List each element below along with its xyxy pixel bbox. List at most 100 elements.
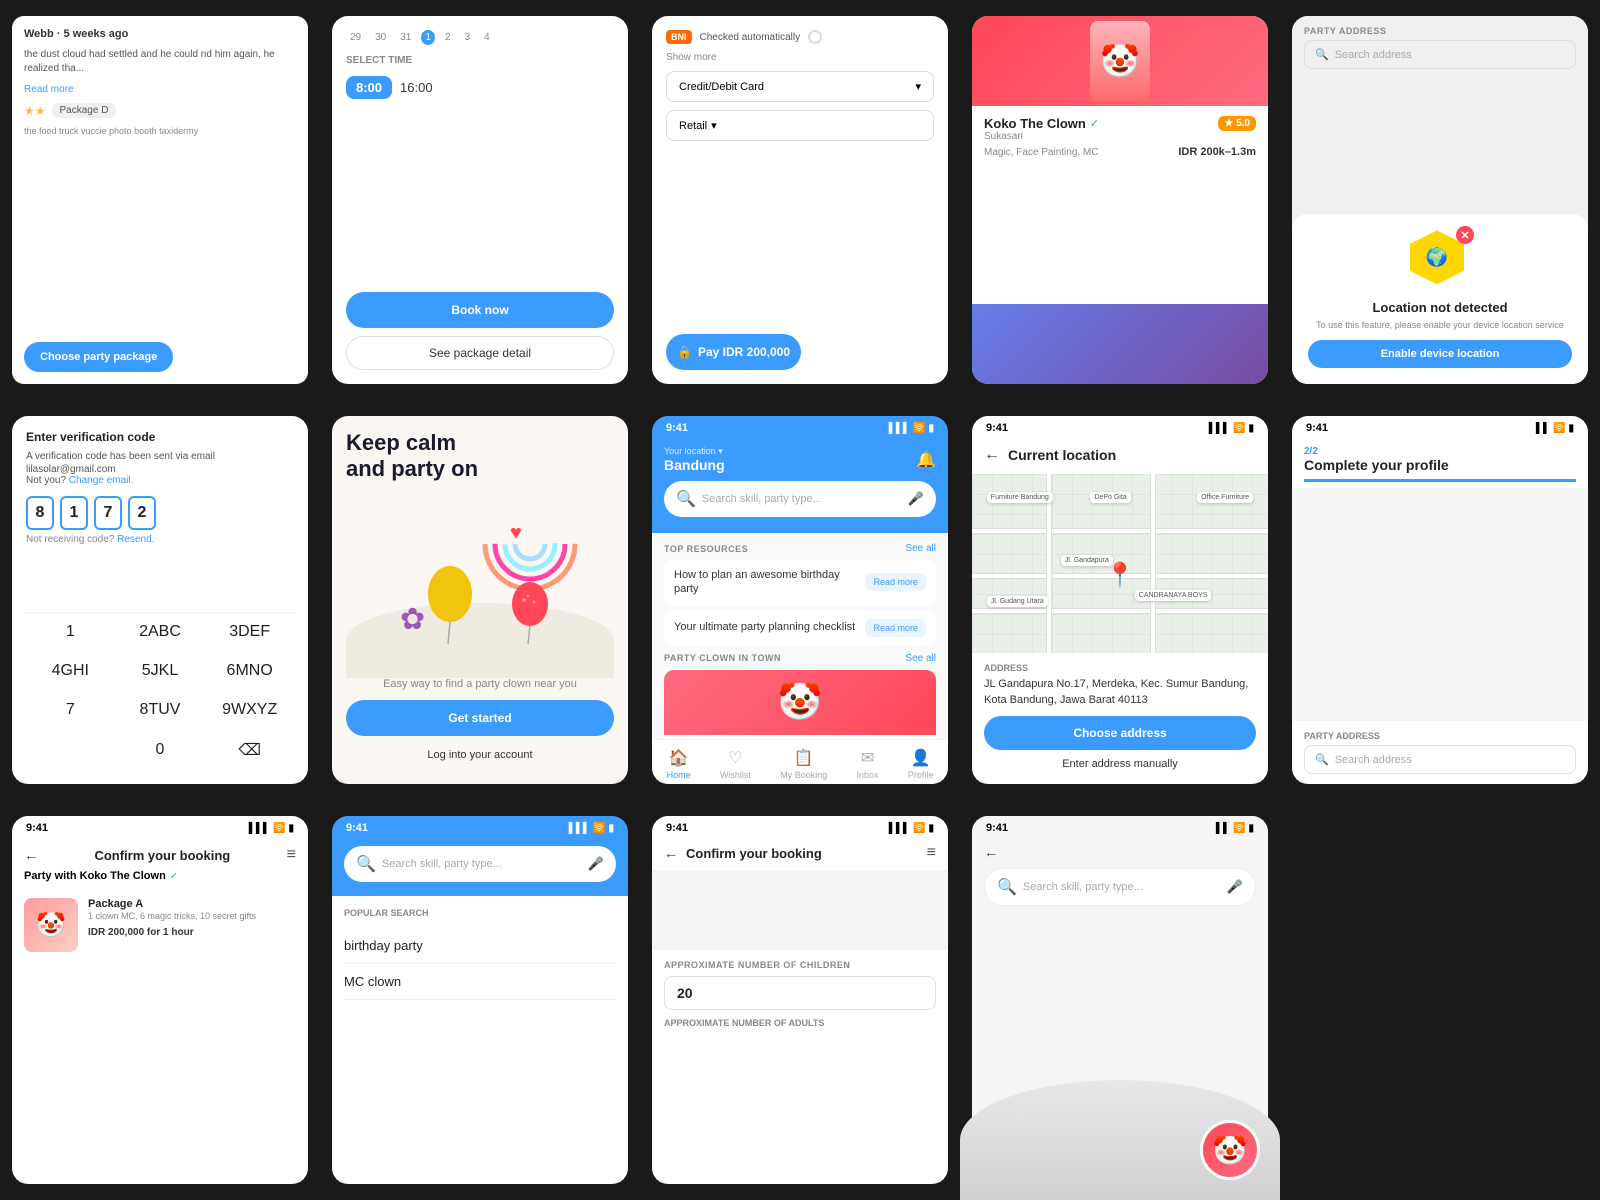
search-input[interactable]: 🔍 Search skill, party type... 🎤 — [344, 846, 616, 882]
log-in-button[interactable]: Log into your account — [346, 740, 614, 770]
menu-button[interactable]: ≡ — [287, 846, 296, 864]
read-more-1[interactable]: Read more — [865, 573, 926, 591]
children-count-input[interactable] — [664, 976, 936, 1010]
numpad-key-3[interactable]: 3DEF — [205, 613, 294, 651]
code-digit-2[interactable]: 1 — [60, 496, 88, 530]
cal-day-31[interactable]: 31 — [396, 30, 415, 45]
cal-day-29[interactable]: 29 — [346, 30, 365, 45]
mic-icon[interactable]: 🎤 — [908, 491, 924, 507]
book-now-button[interactable]: Book now — [346, 292, 614, 328]
time-picker-card: 29 30 31 1 2 3 4 SELECT TIME 8:00 16:00 … — [332, 16, 628, 384]
resend-link[interactable]: Resend. — [117, 534, 154, 545]
numpad-key-8[interactable]: 8TUV — [116, 691, 205, 729]
booking-image: 🤡 — [24, 898, 78, 952]
popular-section: POPULAR SEARCH birthday party MC clown — [332, 896, 628, 1184]
search-bar[interactable]: 🔍 Search skill, party type... 🎤 — [664, 481, 936, 517]
home-card: 9:41 ▌▌▌ 🛜 ▮ Your location ▾ Bandung 🔔 — [652, 416, 948, 784]
code-digit-4[interactable]: 2 — [128, 496, 156, 530]
map-area[interactable]: 📍 Furniture Bandung DePo Gita Office Fur… — [972, 474, 1268, 653]
nav-wishlist[interactable]: ♡ Wishlist — [720, 748, 751, 780]
clown-price: IDR 200k–1.3m — [1178, 146, 1256, 158]
mic-icon-search[interactable]: 🎤 — [588, 856, 604, 872]
payment-method-selector[interactable]: Credit/Debit Card ▾ — [666, 71, 934, 102]
code-input-row[interactable]: 8 1 7 2 — [26, 496, 294, 530]
avatar-back-button[interactable]: ← — [984, 844, 998, 860]
status-time-confirm: 9:41 — [26, 822, 48, 834]
verify-badge: ✓ — [1090, 117, 1099, 130]
bottom-navigation: 🏠 Home ♡ Wishlist 📋 My Booking ✉ Inbox 👤 — [652, 739, 948, 784]
reviewer-name: Webb · 5 weeks ago — [24, 28, 296, 40]
signal-icon-confirm2: ▌▌▌ — [889, 823, 910, 834]
change-email-link[interactable]: Change email. — [69, 475, 133, 486]
numpad-key-backspace[interactable]: ⌫ — [205, 730, 294, 770]
time-start[interactable]: 8:00 — [346, 76, 392, 99]
party-clown-section: PARTY CLOWN IN TOWN See all 🤡 Bebe The C… — [664, 653, 936, 739]
numpad-key-6[interactable]: 6MNO — [205, 652, 294, 690]
address-search-input[interactable]: 🔍 Search address — [1304, 40, 1576, 69]
cal-day-2[interactable]: 2 — [441, 30, 455, 45]
cal-day-3[interactable]: 3 — [461, 30, 475, 45]
location-city[interactable]: Bandung — [664, 457, 725, 473]
nav-profile[interactable]: 👤 Profile — [908, 748, 934, 780]
search-placeholder: Search skill, party type... — [702, 493, 902, 505]
read-more-link[interactable]: Read more — [24, 84, 296, 95]
cell-search-popular: 9:41 ▌▌▌ 🛜 ▮ 🔍 Search skill, party type.… — [320, 800, 640, 1200]
choose-address-button[interactable]: Choose address — [984, 716, 1256, 750]
avatar-search-input[interactable]: 🔍 Search skill, party type... 🎤 — [984, 868, 1256, 906]
cal-day-4[interactable]: 4 — [480, 30, 494, 45]
nav-inbox[interactable]: ✉ Inbox — [857, 748, 879, 780]
pay-button[interactable]: 🔒 Pay IDR 200,000 — [666, 334, 801, 370]
see-all-resources[interactable]: See all — [905, 543, 936, 554]
clown-info: Koko The Clown ✓ ★ 5.0 Sukasari Magic, F… — [972, 106, 1268, 304]
home-icon: 🏠 — [669, 748, 689, 768]
see-detail-button[interactable]: See package detail — [346, 336, 614, 370]
notification-bell-icon[interactable]: 🔔 — [916, 450, 936, 470]
nav-home[interactable]: 🏠 Home — [667, 748, 691, 780]
popular-item-mc-clown[interactable]: MC clown — [344, 964, 616, 1000]
code-digit-1[interactable]: 8 — [26, 496, 54, 530]
code-digit-3[interactable]: 7 — [94, 496, 122, 530]
confirm2-menu-button[interactable]: ≡ — [927, 844, 936, 862]
confirm-back-button[interactable]: ← — [24, 847, 38, 863]
choose-package-button[interactable]: Choose party package — [24, 342, 173, 372]
featured-clown-card[interactable]: 🤡 Bebe The Clown ✓ Andir St — [664, 670, 936, 739]
popular-item-birthday[interactable]: birthday party — [344, 928, 616, 964]
cell-location-not-detected: PARTY ADDRESS 🔍 Search address 🌍 ✕ Locat… — [1280, 0, 1600, 400]
show-more-link[interactable]: Show more — [666, 52, 934, 63]
numpad-key-0[interactable]: 0 — [116, 730, 205, 770]
resource-card-1[interactable]: How to plan an awesome birthday party Re… — [664, 560, 936, 605]
confirm2-back-button[interactable]: ← — [664, 845, 678, 861]
cal-day-1[interactable]: 1 — [421, 30, 435, 45]
see-all-clowns[interactable]: See all — [905, 653, 936, 664]
numpad-key-empty — [26, 730, 115, 770]
status-bar-confirm: 9:41 ▌▌▌ 🛜 ▮ — [12, 816, 308, 836]
retail-selector[interactable]: Retail ▾ — [666, 110, 934, 141]
address-label: ADDRESS — [984, 663, 1256, 673]
time-display: 8:00 16:00 — [346, 76, 614, 99]
star-rating: ★★ — [24, 104, 46, 118]
rating-badge: ★ 5.0 — [1218, 116, 1256, 131]
mic-icon-avatar[interactable]: 🎤 — [1227, 879, 1243, 895]
status-time-confirm2: 9:41 — [666, 822, 688, 834]
numpad-key-5[interactable]: 5JKL — [116, 652, 205, 690]
numpad-key-9[interactable]: 9WXYZ — [205, 691, 294, 729]
numpad-key-7[interactable]: 7 — [26, 691, 115, 729]
get-started-button[interactable]: Get started — [346, 700, 614, 736]
numpad[interactable]: 1 2ABC 3DEF 4GHI 5JKL 6MNO 7 8TUV 9WXYZ … — [26, 612, 294, 770]
payment-card: BNI Checked automatically Show more Cred… — [652, 16, 948, 384]
numpad-key-2[interactable]: 2ABC — [116, 613, 205, 651]
cell-koko-clown: 🤡 Koko The Clown ✓ ★ 5.0 Sukasari Magic,… — [960, 0, 1280, 400]
read-more-2[interactable]: Read more — [865, 619, 926, 637]
cal-day-30[interactable]: 30 — [371, 30, 390, 45]
battery-icon-confirm2: ▮ — [928, 823, 934, 834]
profile-address-search[interactable]: 🔍 Search address — [1304, 745, 1576, 774]
nav-my-booking[interactable]: 📋 My Booking — [780, 748, 827, 780]
enter-address-manually-button[interactable]: Enter address manually — [984, 750, 1256, 778]
resource-card-2[interactable]: Your ultimate party planning checklist R… — [664, 611, 936, 645]
clown-avatar: 🤡 — [1200, 1120, 1260, 1180]
profile-address-label: PARTY ADDRESS — [1304, 731, 1576, 741]
numpad-key-1[interactable]: 1 — [26, 613, 115, 651]
enable-location-button[interactable]: Enable device location — [1308, 340, 1572, 368]
back-button[interactable]: ← — [984, 446, 1000, 464]
numpad-key-4[interactable]: 4GHI — [26, 652, 115, 690]
